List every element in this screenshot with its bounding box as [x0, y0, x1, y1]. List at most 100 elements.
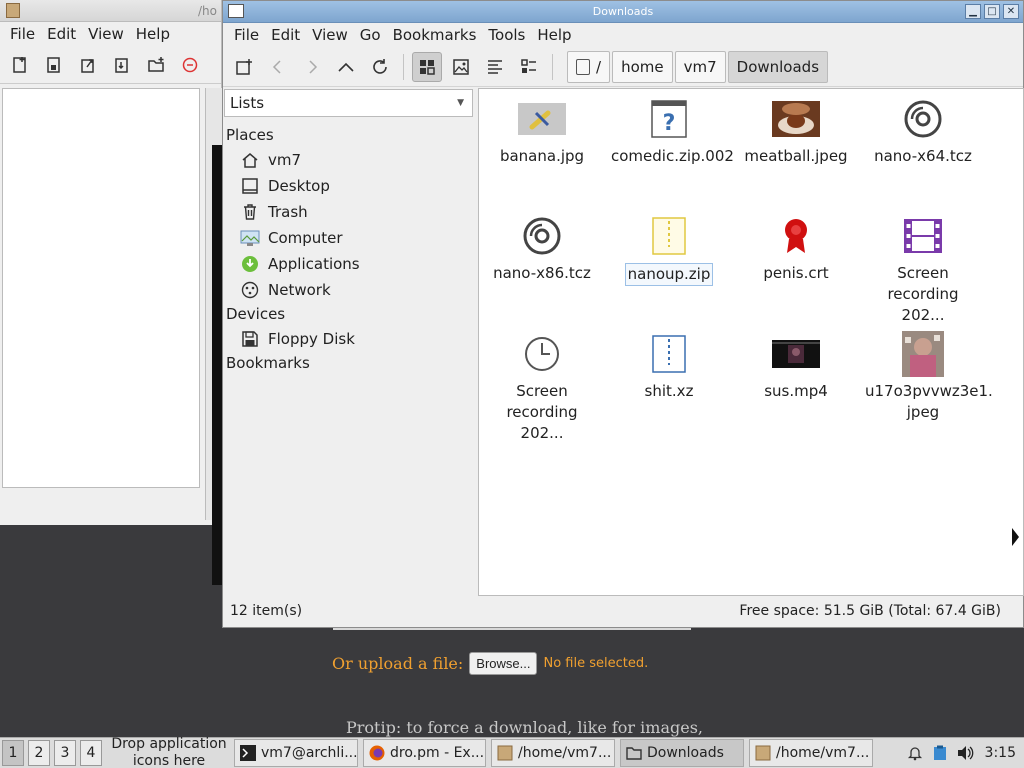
breadcrumb-root-label: /: [596, 57, 602, 76]
detailed-view-button[interactable]: [514, 52, 544, 82]
minimize-button[interactable]: ▁: [965, 4, 981, 19]
compact-view-button[interactable]: [480, 52, 510, 82]
places-list: Places vm7 Desktop Trash Computer Applic…: [226, 124, 474, 375]
protip-text: Protip: to force a download, like for im…: [346, 718, 703, 737]
breadcrumb-root[interactable]: /: [567, 50, 611, 83]
upload-label: Or upload a file:: [332, 654, 464, 673]
browse-button[interactable]: Browse...: [469, 652, 538, 675]
task-label: dro.pm - Ex...: [390, 745, 485, 761]
upload-row: Or upload a file: Browse... No file sele…: [332, 652, 648, 675]
menu-go[interactable]: Go: [355, 26, 386, 44]
open-icon[interactable]: [76, 53, 100, 77]
close-button[interactable]: ✕: [1003, 4, 1019, 19]
new-tab-button[interactable]: [229, 52, 259, 82]
toolbar-separator: [552, 53, 553, 80]
background-window-title: /ho: [198, 4, 217, 18]
home-icon: [240, 150, 260, 170]
file-item[interactable]: u17o3pvvwz3e1. jpeg: [863, 331, 993, 423]
trash-icon: [240, 202, 260, 222]
new-tab-icon[interactable]: [42, 53, 66, 77]
sidebar-item-applications[interactable]: Applications: [226, 251, 474, 277]
sidebar-item-computer[interactable]: Computer: [226, 225, 474, 251]
new-window-icon[interactable]: [8, 53, 32, 77]
background-window-titlebar[interactable]: /ho: [0, 0, 221, 22]
sidebar-item-desktop[interactable]: Desktop: [226, 173, 474, 199]
window-titlebar[interactable]: Downloads ▁ □ ✕: [223, 1, 1023, 23]
reload-icon: [373, 58, 387, 74]
file-item[interactable]: nano-x64.tcz: [863, 99, 983, 167]
bg-menu-help[interactable]: Help: [132, 25, 174, 43]
bg-menu-file[interactable]: File: [6, 25, 39, 43]
maximize-button[interactable]: □: [984, 4, 1000, 19]
workspace-3[interactable]: 3: [54, 740, 76, 766]
file-item[interactable]: penis.crt: [736, 216, 856, 284]
sidebar-item-floppy[interactable]: Floppy Disk: [226, 326, 474, 352]
breadcrumb-user[interactable]: vm7: [674, 50, 726, 83]
file-item[interactable]: Screen recording 202...: [482, 334, 602, 444]
sidebar-item-label: Desktop: [268, 177, 330, 195]
forward-button[interactable]: [297, 52, 327, 82]
reload-button[interactable]: [365, 52, 395, 82]
side-panel-mode-select[interactable]: Lists ▼: [224, 89, 473, 117]
breadcrumb-current[interactable]: Downloads: [727, 50, 829, 83]
unknown-file-icon: ?: [645, 99, 693, 139]
workspace-1[interactable]: 1: [2, 740, 24, 766]
menu-file[interactable]: File: [229, 26, 264, 44]
thumbnail-view-button[interactable]: [446, 52, 476, 82]
background-side-pane[interactable]: [2, 88, 200, 488]
task-firefox[interactable]: dro.pm - Ex...: [363, 739, 486, 767]
downloads-window[interactable]: Downloads ▁ □ ✕ File Edit View Go Bookma…: [222, 0, 1024, 628]
task-terminal[interactable]: vm7@archli...: [234, 739, 358, 767]
file-item[interactable]: meatball.jpeg: [736, 99, 856, 167]
copy-icon[interactable]: [110, 53, 134, 77]
file-item[interactable]: shit.xz: [609, 334, 729, 402]
bg-menu-view[interactable]: View: [84, 25, 128, 43]
folder-icon: [626, 747, 642, 760]
file-item[interactable]: ? comedic.zip.002: [609, 99, 734, 167]
devices-heading: Devices: [226, 305, 286, 323]
thumbnail-view-icon: [453, 58, 469, 75]
task-file-manager[interactable]: /home/vm7...: [491, 739, 615, 767]
volume-icon[interactable]: [957, 745, 975, 761]
file-item[interactable]: banana.jpg: [482, 99, 602, 167]
new-folder-icon[interactable]: [144, 53, 168, 77]
workspace-4[interactable]: 4: [80, 740, 102, 766]
task-downloads[interactable]: Downloads: [620, 739, 744, 767]
bell-icon[interactable]: [907, 745, 923, 761]
sidebar-item-trash[interactable]: Trash: [226, 199, 474, 225]
up-button[interactable]: [331, 52, 361, 82]
breadcrumb: / home vm7 Downloads: [567, 50, 830, 83]
file-icon-view[interactable]: banana.jpg ? comedic.zip.002 meatball.jp…: [478, 88, 1024, 596]
menu-view[interactable]: View: [307, 26, 353, 44]
menu-bookmarks[interactable]: Bookmarks: [388, 26, 482, 44]
drop-hint-line1: Drop application: [111, 736, 227, 752]
bg-menu-edit[interactable]: Edit: [43, 25, 80, 43]
menu-tools[interactable]: Tools: [483, 26, 530, 44]
clipboard-icon[interactable]: [933, 745, 947, 761]
stop-icon[interactable]: [178, 53, 202, 77]
file-name: banana.jpg: [499, 147, 585, 165]
task-label: /home/vm7...: [518, 745, 612, 761]
sidebar-item-home[interactable]: vm7: [226, 147, 474, 173]
breadcrumb-home[interactable]: home: [612, 50, 673, 83]
file-item[interactable]: Screen recording 202...: [863, 216, 983, 326]
file-item-selected[interactable]: nanoup.zip: [609, 216, 729, 286]
background-file-manager-window[interactable]: /ho File Edit View Help: [0, 0, 222, 525]
back-button[interactable]: [263, 52, 293, 82]
status-bar: 12 item(s) Free space: 51.5 GiB (Total: …: [223, 598, 1023, 624]
icon-view-button[interactable]: [412, 51, 442, 82]
menu-edit[interactable]: Edit: [266, 26, 305, 44]
menu-help[interactable]: Help: [532, 26, 576, 44]
clock-icon: [518, 334, 566, 374]
video-thumbnail-icon: [772, 334, 820, 374]
launcher-drop-area[interactable]: Drop application icons here: [108, 736, 230, 768]
image-thumbnail-icon: [899, 331, 947, 377]
task-file-manager-2[interactable]: /home/vm7...: [749, 739, 873, 767]
toolbar: / home vm7 Downloads: [223, 47, 1023, 87]
window-controls: ▁ □ ✕: [965, 4, 1019, 19]
file-item[interactable]: nano-x86.tcz: [482, 216, 602, 284]
file-item[interactable]: sus.mp4: [736, 334, 856, 402]
clock[interactable]: 3:15: [985, 745, 1016, 761]
sidebar-item-network[interactable]: Network: [226, 277, 474, 303]
workspace-2[interactable]: 2: [28, 740, 50, 766]
